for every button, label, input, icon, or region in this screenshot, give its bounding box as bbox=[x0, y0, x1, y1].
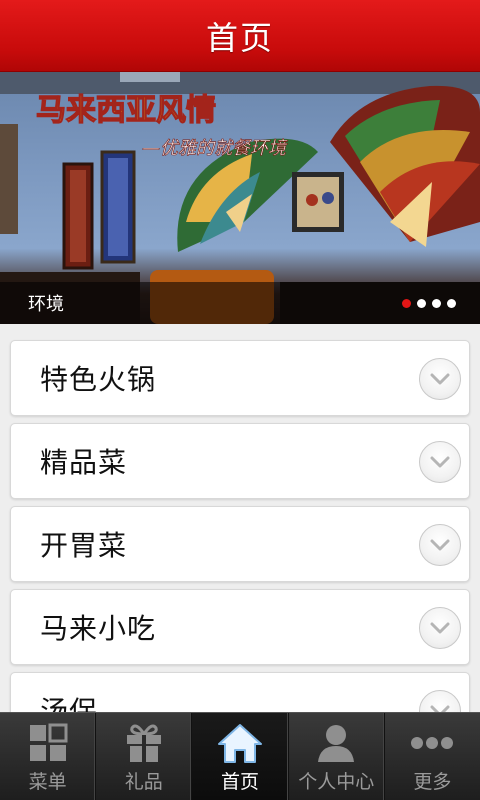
user-icon bbox=[316, 719, 356, 767]
tab-more[interactable]: 更多 bbox=[385, 713, 480, 800]
category-label: 精品菜 bbox=[40, 446, 128, 479]
category-item[interactable]: 开胃菜 bbox=[10, 506, 470, 582]
chevron-down-icon bbox=[430, 456, 450, 468]
category-item[interactable]: 特色火锅 bbox=[10, 340, 470, 416]
category-item[interactable]: 汤保 bbox=[10, 672, 470, 712]
expand-button[interactable] bbox=[419, 524, 461, 566]
tab-label: 礼品 bbox=[124, 771, 163, 793]
bottom-tab-bar: 菜单 礼品 首页 个人中心 更多 bbox=[0, 712, 480, 800]
carousel-dot-2[interactable] bbox=[417, 298, 426, 308]
carousel-dot-1[interactable] bbox=[402, 298, 411, 308]
category-list: 特色火锅 精品菜 开胃菜 马来小吃 汤保 bbox=[0, 324, 480, 712]
chevron-down-icon bbox=[430, 539, 450, 551]
category-item[interactable]: 精品菜 bbox=[10, 423, 470, 499]
expand-button[interactable] bbox=[419, 358, 461, 400]
tab-label: 菜单 bbox=[28, 771, 67, 793]
more-dots-icon bbox=[410, 719, 454, 767]
tab-gifts[interactable]: 礼品 bbox=[96, 713, 193, 800]
tab-profile[interactable]: 个人中心 bbox=[289, 713, 385, 800]
banner-carousel[interactable]: 马来西亚风情 —优雅的就餐环境 环境 bbox=[0, 72, 480, 324]
expand-button[interactable] bbox=[419, 690, 461, 712]
banner-caption: 环境 bbox=[28, 294, 64, 315]
carousel-dot-4[interactable] bbox=[447, 298, 456, 308]
expand-button[interactable] bbox=[419, 607, 461, 649]
carousel-indicator bbox=[402, 298, 456, 308]
banner-slogan-subtitle: —优雅的就餐环境 bbox=[142, 138, 288, 159]
category-label: 马来小吃 bbox=[40, 612, 157, 645]
carousel-dot-3[interactable] bbox=[432, 298, 441, 308]
chevron-down-icon bbox=[430, 373, 450, 385]
category-label: 汤保 bbox=[40, 695, 99, 712]
expand-button[interactable] bbox=[419, 441, 461, 483]
tab-home[interactable]: 首页 bbox=[192, 713, 289, 800]
grid-icon bbox=[28, 719, 68, 767]
page-title: 首页 bbox=[205, 18, 274, 57]
top-bar: 首页 bbox=[0, 0, 480, 72]
category-item[interactable]: 马来小吃 bbox=[10, 589, 470, 665]
chevron-down-icon bbox=[430, 705, 450, 712]
banner-slogan-title: 马来西亚风情 bbox=[36, 93, 216, 128]
tab-menu[interactable]: 菜单 bbox=[0, 713, 97, 800]
chevron-down-icon bbox=[430, 622, 450, 634]
banner-caption-bar: 环境 bbox=[0, 282, 480, 324]
tab-label: 个人中心 bbox=[298, 771, 375, 793]
category-label: 特色火锅 bbox=[40, 363, 157, 396]
tab-label: 首页 bbox=[221, 771, 260, 793]
gift-icon bbox=[124, 719, 164, 767]
category-label: 开胃菜 bbox=[40, 529, 128, 562]
home-icon bbox=[217, 719, 263, 767]
tab-label: 更多 bbox=[413, 771, 452, 793]
